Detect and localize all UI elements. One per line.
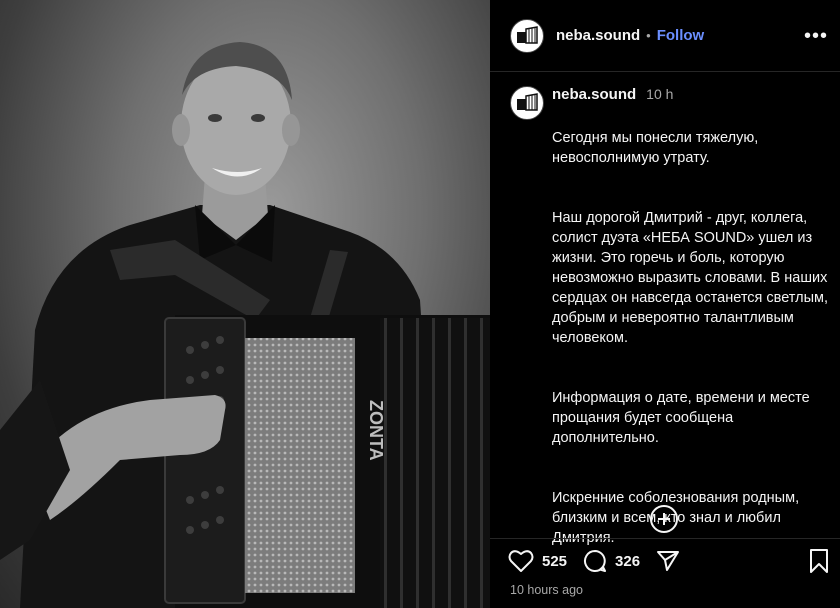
divider <box>490 538 840 539</box>
post-photo: ZONTA <box>0 0 490 608</box>
caption-body: neba.sound 10 h Сегодня мы понесли тяжел… <box>552 86 836 588</box>
like-count[interactable]: 525 <box>542 553 567 570</box>
post-actions: 525 326 <box>508 548 680 574</box>
separator-dot: • <box>646 28 651 43</box>
follow-button[interactable]: Follow <box>657 27 705 44</box>
comment-avatar[interactable] <box>510 86 544 120</box>
caption-time[interactable]: 10 h <box>646 86 673 102</box>
post-username[interactable]: neba.sound <box>556 27 640 44</box>
post-sidebar: neba.sound • Follow ••• neba.sound 10 h … <box>490 0 840 608</box>
neba-logo-icon <box>517 93 538 111</box>
neba-logo-icon <box>517 25 538 44</box>
svg-text:ZONTA: ZONTA <box>366 400 386 461</box>
profile-avatar[interactable] <box>510 18 544 53</box>
send-icon[interactable] <box>656 549 680 573</box>
more-icon[interactable]: ••• <box>804 26 828 46</box>
heart-icon[interactable] <box>508 549 534 573</box>
caption-text: Сегодня мы понесли тяжелую, невосполниму… <box>552 108 836 588</box>
caption-username[interactable]: neba.sound <box>552 86 636 103</box>
bookmark-icon[interactable] <box>808 548 830 574</box>
caption-paragraph: Информация о дате, времени и месте проща… <box>552 390 810 446</box>
caption-paragraph: Искренние соболезнования родным, близким… <box>552 490 800 546</box>
caption-paragraph: Наш дорогой Дмитрий - друг, коллега, сол… <box>552 210 829 346</box>
caption-meta: neba.sound 10 h <box>552 86 836 108</box>
accordion-player-photo: ZONTA <box>0 42 490 608</box>
post-header: neba.sound • Follow ••• <box>490 0 840 72</box>
comment-count[interactable]: 326 <box>615 553 640 570</box>
comment-icon[interactable] <box>583 549 607 573</box>
caption-paragraph: Сегодня мы понесли тяжелую, невосполниму… <box>552 130 759 166</box>
post-timestamp: 10 hours ago <box>510 583 583 597</box>
plus-circle-icon[interactable] <box>650 505 678 533</box>
